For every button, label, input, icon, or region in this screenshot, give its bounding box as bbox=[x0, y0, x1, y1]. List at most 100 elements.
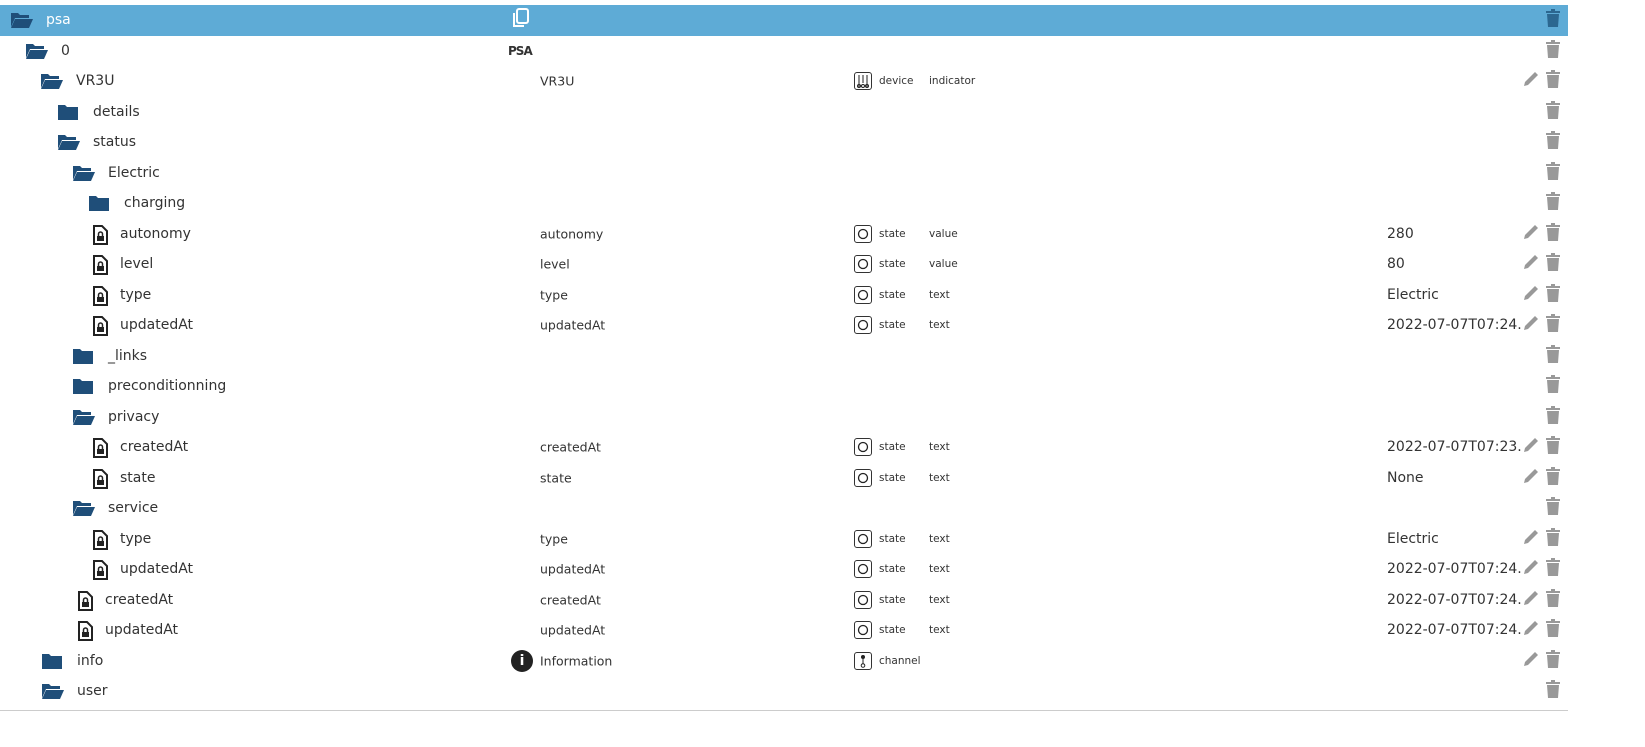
edit-icon[interactable] bbox=[1522, 528, 1540, 550]
delete-icon[interactable] bbox=[1546, 283, 1560, 306]
delete-icon[interactable] bbox=[1546, 619, 1560, 641]
object-name[interactable]: type bbox=[120, 287, 151, 303]
object-name[interactable]: autonomy bbox=[120, 226, 191, 242]
folder-open-icon[interactable] bbox=[72, 499, 95, 517]
object-name[interactable]: updatedAt bbox=[120, 561, 193, 577]
object-name[interactable]: updatedAt bbox=[120, 317, 193, 333]
tree-row[interactable]: VR3U VR3U device indicator bbox=[0, 66, 1568, 97]
object-name[interactable]: details bbox=[93, 104, 140, 120]
edit-icon[interactable] bbox=[1522, 589, 1540, 611]
object-value[interactable]: None bbox=[1387, 470, 1521, 486]
edit-icon[interactable] bbox=[1522, 436, 1540, 458]
tree-row[interactable]: state state state text None bbox=[0, 463, 1568, 494]
delete-icon[interactable] bbox=[1546, 588, 1560, 611]
object-name[interactable]: user bbox=[77, 683, 108, 699]
delete-icon[interactable] bbox=[1546, 161, 1560, 184]
object-value[interactable]: 2022-07-07T07:24... bbox=[1387, 317, 1521, 333]
tree-row[interactable]: user bbox=[0, 676, 1568, 707]
folder-icon[interactable] bbox=[41, 652, 63, 670]
object-name[interactable]: state bbox=[120, 470, 155, 486]
folder-icon[interactable] bbox=[57, 103, 79, 121]
tree-row[interactable]: type type state text Electric bbox=[0, 280, 1568, 311]
delete-icon[interactable] bbox=[1546, 558, 1560, 580]
object-name[interactable]: info bbox=[77, 653, 103, 669]
edit-icon[interactable] bbox=[1522, 558, 1540, 580]
object-value[interactable]: Electric bbox=[1387, 531, 1521, 547]
delete-icon[interactable] bbox=[1546, 39, 1560, 62]
copy-icon[interactable] bbox=[512, 8, 530, 32]
file-icon[interactable] bbox=[77, 621, 99, 642]
tree-row[interactable]: Electric bbox=[0, 158, 1568, 189]
delete-icon[interactable] bbox=[1546, 497, 1560, 519]
delete-icon[interactable] bbox=[1546, 649, 1560, 672]
file-icon[interactable] bbox=[92, 560, 114, 581]
edit-icon[interactable] bbox=[1522, 223, 1540, 245]
tree-row[interactable]: psa bbox=[0, 5, 1568, 36]
delete-icon[interactable] bbox=[1546, 405, 1560, 428]
edit-icon[interactable] bbox=[1522, 284, 1540, 306]
object-name[interactable]: psa bbox=[46, 12, 71, 28]
file-icon[interactable] bbox=[92, 529, 114, 550]
edit-icon[interactable] bbox=[1522, 70, 1540, 92]
delete-icon[interactable] bbox=[1546, 70, 1560, 92]
folder-open-icon[interactable] bbox=[57, 133, 80, 151]
object-value[interactable]: 80 bbox=[1387, 256, 1521, 272]
tree-row[interactable]: 0 PSA bbox=[0, 36, 1568, 67]
folder-open-icon[interactable] bbox=[41, 682, 64, 700]
file-icon[interactable] bbox=[92, 316, 114, 337]
object-name[interactable]: type bbox=[120, 531, 151, 547]
delete-icon[interactable] bbox=[1546, 9, 1560, 31]
file-icon[interactable] bbox=[92, 285, 114, 306]
folder-icon[interactable] bbox=[88, 194, 110, 212]
object-value[interactable]: 280 bbox=[1387, 226, 1521, 242]
object-name[interactable]: createdAt bbox=[120, 439, 188, 455]
tree-row[interactable]: updatedAt updatedAt state text 2022-07-07T07… bbox=[0, 615, 1568, 646]
tree-row[interactable]: level level state value 80 bbox=[0, 249, 1568, 280]
object-name[interactable]: preconditionning bbox=[108, 378, 226, 394]
tree-row[interactable]: updatedAt updatedAt state text 2022-07-07T07… bbox=[0, 554, 1568, 585]
edit-icon[interactable] bbox=[1522, 314, 1540, 336]
tree-row[interactable]: info i Information channel bbox=[0, 646, 1568, 677]
folder-open-icon[interactable] bbox=[10, 11, 33, 29]
object-name[interactable]: privacy bbox=[108, 409, 159, 425]
delete-icon[interactable] bbox=[1546, 375, 1560, 397]
delete-icon[interactable] bbox=[1546, 680, 1560, 702]
object-name[interactable]: 0 bbox=[61, 43, 70, 59]
delete-icon[interactable] bbox=[1546, 527, 1560, 550]
object-name[interactable]: charging bbox=[124, 195, 185, 211]
object-name[interactable]: VR3U bbox=[76, 73, 114, 89]
folder-open-icon[interactable] bbox=[40, 72, 63, 90]
tree-row[interactable]: privacy bbox=[0, 402, 1568, 433]
folder-open-icon[interactable] bbox=[25, 42, 48, 60]
tree-row[interactable]: updatedAt updatedAt state text 2022-07-07T07… bbox=[0, 310, 1568, 341]
tree-row[interactable]: charging bbox=[0, 188, 1568, 219]
edit-icon[interactable] bbox=[1522, 253, 1540, 275]
folder-icon[interactable] bbox=[72, 377, 94, 395]
delete-icon[interactable] bbox=[1546, 222, 1560, 245]
object-name[interactable]: service bbox=[108, 500, 158, 516]
object-name[interactable]: status bbox=[93, 134, 136, 150]
object-value[interactable]: 2022-07-07T07:24... bbox=[1387, 561, 1521, 577]
edit-icon[interactable] bbox=[1522, 650, 1540, 672]
tree-row[interactable]: preconditionning bbox=[0, 371, 1568, 402]
delete-icon[interactable] bbox=[1546, 314, 1560, 336]
object-name[interactable]: level bbox=[120, 256, 153, 272]
tree-row[interactable]: type type state text Electric bbox=[0, 524, 1568, 555]
delete-icon[interactable] bbox=[1546, 100, 1560, 123]
folder-open-icon[interactable] bbox=[72, 164, 95, 182]
object-name[interactable]: Electric bbox=[108, 165, 160, 181]
delete-icon[interactable] bbox=[1546, 344, 1560, 367]
object-value[interactable]: Electric bbox=[1387, 287, 1521, 303]
delete-icon[interactable] bbox=[1546, 253, 1560, 275]
folder-open-icon[interactable] bbox=[72, 408, 95, 426]
file-icon[interactable] bbox=[92, 255, 114, 276]
tree-row[interactable]: autonomy autonomy state value 280 bbox=[0, 219, 1568, 250]
tree-row[interactable]: status bbox=[0, 127, 1568, 158]
file-icon[interactable] bbox=[92, 468, 114, 489]
edit-icon[interactable] bbox=[1522, 619, 1540, 641]
tree-row[interactable]: _links bbox=[0, 341, 1568, 372]
delete-icon[interactable] bbox=[1546, 436, 1560, 458]
tree-row[interactable]: details bbox=[0, 97, 1568, 128]
object-value[interactable]: 2022-07-07T07:24... bbox=[1387, 622, 1521, 638]
object-value[interactable]: 2022-07-07T07:24... bbox=[1387, 592, 1521, 608]
